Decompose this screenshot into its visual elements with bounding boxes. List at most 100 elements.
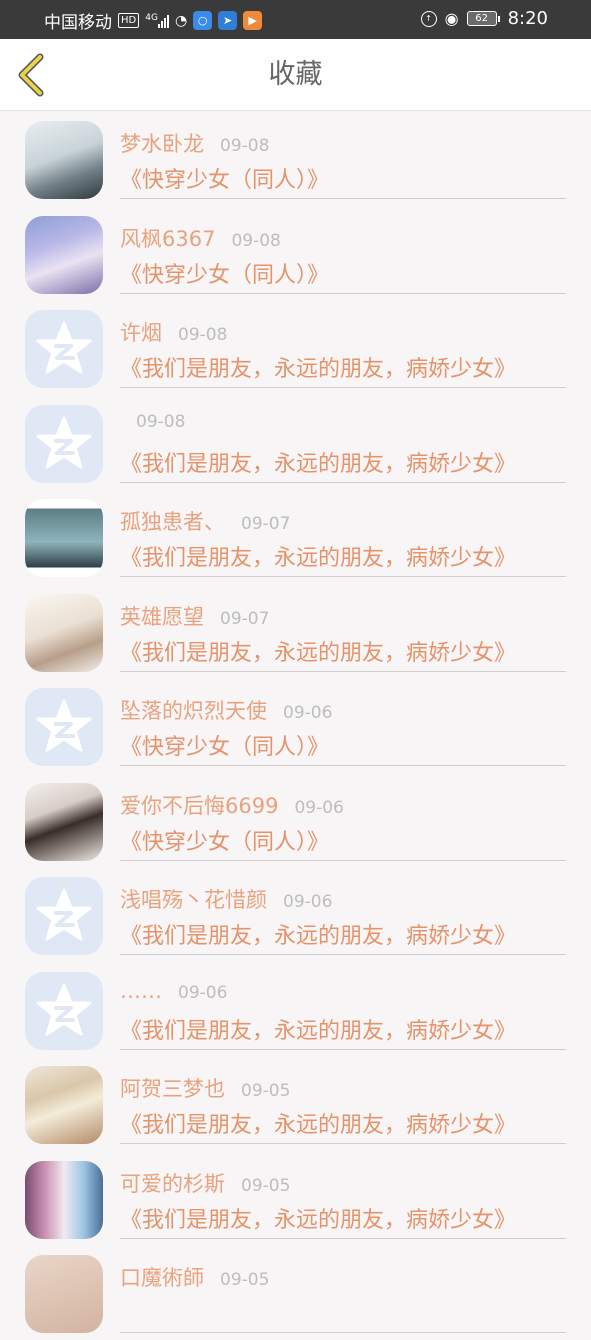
book-title: 《我们是朋友，永远的朋友，病娇少女》 — [120, 1113, 517, 1138]
qq-star-icon — [25, 877, 103, 955]
favorite-content: 可爱的杉斯 09-05 《我们是朋友，永远的朋友，病娇少女》 — [120, 1151, 566, 1239]
favorite-date: 09-07 — [241, 514, 291, 534]
favorite-content: 坠落的炽烈天使 09-06 《快穿少女（同人）》 — [120, 678, 566, 766]
cellular-signal-icon: 4G — [145, 12, 169, 28]
favorite-row[interactable]: 风枫6367 09-08 《快穿少女（同人）》 — [0, 206, 591, 301]
user-name: 可爱的杉斯 — [120, 1171, 225, 1196]
qq-star-icon — [25, 688, 103, 766]
hd-badge: HD — [118, 13, 140, 28]
favorite-row[interactable]: …… 09-06 《我们是朋友，永远的朋友，病娇少女》 — [0, 962, 591, 1057]
avatar — [25, 215, 103, 294]
favorite-date: 09-05 — [220, 1270, 270, 1290]
avatar — [25, 782, 103, 861]
favorite-meta: 孤独患者、 09-07 — [120, 506, 290, 536]
eye-comfort-icon: ◉ — [444, 9, 459, 28]
app-notification-icon: ➤ — [218, 11, 238, 30]
favorite-content: 英雄愿望 09-07 《我们是朋友，永远的朋友，病娇少女》 — [120, 584, 566, 672]
avatar — [25, 121, 103, 199]
qq-star-icon — [25, 404, 103, 483]
avatar — [25, 1160, 103, 1239]
book-title: 《我们是朋友，永远的朋友，病娇少女》 — [120, 451, 517, 477]
favorite-date: 09-05 — [241, 1175, 291, 1196]
favorite-date: 09-06 — [178, 982, 228, 1003]
favorite-row[interactable]: 09-08 《我们是朋友，永远的朋友，病娇少女》 — [0, 395, 591, 490]
favorite-row[interactable]: 梦水卧龙 09-08 《快穿少女（同人）》 — [0, 111, 591, 206]
favorite-row[interactable]: 浅唱殇丶花惜颜 09-06 《我们是朋友，永远的朋友，病娇少女》 — [0, 867, 591, 962]
favorite-row[interactable]: 可爱的杉斯 09-05 《我们是朋友，永远的朋友，病娇少女》 — [0, 1151, 591, 1246]
book-title: 《快穿少女（同人）》 — [120, 829, 330, 855]
avatar — [25, 1255, 103, 1333]
status-bar-left: 中国移动 HD 4G ◔ ○ ➤ ▶ — [44, 8, 263, 33]
favorite-date: 09-08 — [178, 325, 228, 345]
status-bar: 中国移动 HD 4G ◔ ○ ➤ ▶ ↑ ◉ 62 8:20 — [0, 0, 591, 39]
favorite-content: 09-08 《我们是朋友，永远的朋友，病娇少女》 — [120, 395, 566, 483]
favorite-content: …… 09-06 《我们是朋友，永远的朋友，病娇少女》 — [120, 962, 566, 1050]
favorite-meta: 梦水卧龙 09-08 — [120, 128, 269, 158]
user-name: 口魔術師 — [120, 1266, 204, 1290]
favorite-meta: 爱你不后悔6699 09-06 — [120, 790, 344, 820]
favorite-meta: 可爱的杉斯 09-05 — [120, 1168, 290, 1198]
book-title: 《我们是朋友，永远的朋友，病娇少女》 — [120, 546, 517, 571]
favorite-meta: 风枫6367 09-08 — [120, 223, 281, 253]
favorite-row[interactable]: 英雄愿望 09-07 《我们是朋友，永远的朋友，病娇少女》 — [0, 584, 591, 679]
book-title: 《快穿少女（同人）》 — [120, 735, 330, 760]
favorite-date: 09-07 — [220, 608, 270, 629]
network-type: 4G — [145, 12, 158, 23]
favorite-content: 风枫6367 09-08 《快穿少女（同人）》 — [120, 206, 566, 294]
favorite-meta: 口魔術師 09-05 — [120, 1262, 269, 1292]
book-title: 《我们是朋友，永远的朋友，病娇少女》 — [120, 640, 517, 666]
avatar — [25, 499, 103, 577]
favorite-row[interactable]: 口魔術師 09-05 — [0, 1245, 591, 1340]
favorite-date: 09-08 — [231, 230, 281, 251]
favorite-content: 孤独患者、 09-07 《我们是朋友，永远的朋友，病娇少女》 — [120, 489, 566, 577]
favorite-meta: 许烟 09-08 — [120, 317, 227, 347]
status-bar-right: ↑ ◉ 62 8:20 — [420, 8, 548, 29]
page-title: 收藏 — [268, 59, 323, 90]
book-title: 《我们是朋友，永远的朋友，病娇少女》 — [120, 1018, 517, 1044]
book-title: 《我们是朋友，永远的朋友，病娇少女》 — [120, 924, 517, 949]
favorite-content: 浅唱殇丶花惜颜 09-06 《我们是朋友，永远的朋友，病娇少女》 — [120, 867, 566, 955]
favorite-row[interactable]: 孤独患者、 09-07 《我们是朋友，永远的朋友，病娇少女》 — [0, 489, 591, 584]
favorite-content: 爱你不后悔6699 09-06 《快穿少女（同人）》 — [120, 773, 566, 861]
data-saver-icon: ↑ — [420, 10, 437, 27]
favorite-date: 09-08 — [220, 136, 270, 156]
qq-star-icon — [25, 971, 103, 1050]
favorite-meta: 英雄愿望 09-07 — [120, 601, 269, 631]
favorite-meta: 坠落的炽烈天使 09-06 — [120, 695, 332, 725]
favorite-row[interactable]: 许烟 09-08 《我们是朋友，永远的朋友，病娇少女》 — [0, 300, 591, 395]
favorite-content: 阿贺三梦也 09-05 《我们是朋友，永远的朋友，病娇少女》 — [120, 1056, 566, 1144]
battery-icon: 62 — [466, 11, 500, 26]
book-title: 《我们是朋友，永远的朋友，病娇少女》 — [120, 357, 517, 382]
app-notification-icon: ○ — [193, 11, 213, 30]
favorite-row[interactable]: 坠落的炽烈天使 09-06 《快穿少女（同人）》 — [0, 678, 591, 773]
user-name: 阿贺三梦也 — [120, 1077, 225, 1101]
favorite-meta: 09-08 — [120, 412, 185, 432]
favorite-content: 梦水卧龙 09-08 《快穿少女（同人）》 — [120, 111, 566, 199]
user-name: 梦水卧龙 — [120, 132, 204, 156]
nav-header: 收藏 — [0, 39, 591, 111]
app-notification-icon: ▶ — [243, 11, 263, 30]
favorite-meta: …… 09-06 — [120, 979, 227, 1003]
battery-level: 62 — [466, 11, 497, 26]
user-name: 风枫6367 — [120, 226, 216, 251]
favorite-row[interactable]: 阿贺三梦也 09-05 《我们是朋友，永远的朋友，病娇少女》 — [0, 1056, 591, 1151]
user-name: 浅唱殇丶花惜颜 — [120, 888, 267, 912]
book-title: 《快穿少女（同人）》 — [120, 168, 330, 193]
avatar — [25, 1066, 103, 1144]
favorite-content: 口魔術師 09-05 — [120, 1245, 566, 1333]
user-name: 爱你不后悔6699 — [120, 793, 279, 818]
favorite-row[interactable]: 爱你不后悔6699 09-06 《快穿少女（同人）》 — [0, 773, 591, 868]
user-name: 许烟 — [120, 321, 162, 345]
avatar — [25, 593, 103, 672]
favorite-date: 09-06 — [294, 797, 344, 818]
user-name: 坠落的炽烈天使 — [120, 699, 267, 723]
favorite-date: 09-08 — [136, 411, 186, 432]
qq-star-icon — [25, 310, 103, 388]
book-title: 《快穿少女（同人）》 — [120, 262, 330, 288]
user-name: 孤独患者、 — [120, 510, 225, 534]
favorite-date: 09-06 — [283, 703, 333, 723]
favorite-date: 09-06 — [283, 892, 333, 912]
user-name: 英雄愿望 — [120, 604, 204, 629]
favorite-meta: 阿贺三梦也 09-05 — [120, 1073, 290, 1103]
user-name: …… — [120, 978, 162, 1003]
